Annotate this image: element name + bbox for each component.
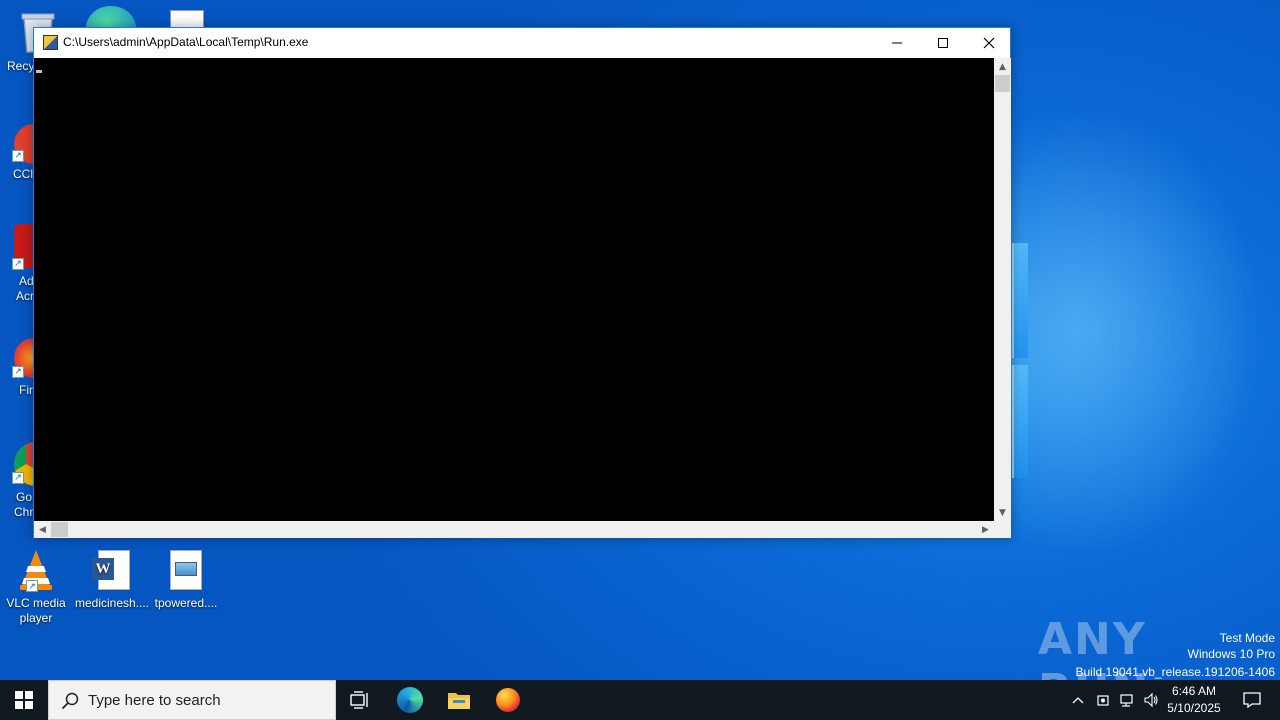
console-app-icon — [43, 35, 58, 50]
tray-network-button[interactable] — [1117, 690, 1137, 710]
taskbar-search-box[interactable]: Type here to search — [48, 680, 336, 720]
search-icon — [61, 692, 79, 710]
image-file-icon — [164, 548, 208, 592]
build-label: Build 19041.vb_release.191206-1406 — [1075, 665, 1276, 679]
windows-start-icon — [15, 691, 33, 709]
minimize-icon — [892, 42, 902, 43]
horizontal-scrollbar[interactable]: ◀ ▶ — [34, 521, 994, 538]
desktop-icon-label: CCl — [13, 167, 33, 181]
close-icon — [983, 37, 995, 48]
action-center-button[interactable] — [1232, 680, 1272, 720]
notification-icon — [1243, 692, 1261, 709]
shortcut-arrow-icon: ↗ — [12, 150, 24, 162]
search-placeholder: Type here to search — [88, 692, 221, 709]
taskbar-file-explorer-button[interactable] — [435, 680, 483, 720]
console-window[interactable]: C:\Users\admin\AppData\Local\Temp\Run.ex… — [33, 27, 1011, 538]
close-button[interactable] — [966, 28, 1012, 57]
task-view-icon — [350, 691, 368, 709]
desktop-icon-label: Go — [16, 490, 33, 504]
tray-volume-button[interactable] — [1141, 690, 1161, 710]
taskbar-clock[interactable]: 6:46 AM 5/10/2025 — [1160, 683, 1228, 717]
desktop-icon-label: Acr — [16, 289, 34, 303]
network-icon — [1120, 694, 1133, 707]
scroll-up-icon[interactable]: ▲ — [994, 58, 1011, 75]
taskbar: Type here to search 6:46 AM 5/10/2025 — [0, 680, 1280, 720]
desktop-icon-label: Recy — [7, 59, 35, 73]
text-cursor — [36, 70, 42, 73]
vertical-scrollbar[interactable]: ▲ ▼ — [994, 58, 1011, 521]
firefox-icon — [496, 688, 520, 712]
desktop-icon-label: medicinesh.... — [74, 596, 150, 610]
desktop-icon-firefox[interactable]: ↗ Fir — [0, 336, 38, 400]
desktop-icon-label: tpowered.... — [154, 596, 218, 610]
file-explorer-icon — [448, 693, 470, 709]
chevron-up-icon — [1072, 697, 1084, 704]
window-titlebar[interactable]: C:\Users\admin\AppData\Local\Temp\Run.ex… — [34, 28, 1010, 58]
scroll-right-icon[interactable]: ▶ — [977, 521, 994, 538]
desktop-icon-label: Ad — [19, 274, 34, 288]
desktop-icon-label: VLC media player — [6, 596, 66, 625]
start-button[interactable] — [0, 680, 48, 720]
shortcut-arrow-icon: ↗ — [12, 472, 24, 484]
vertical-scroll-thumb[interactable] — [995, 75, 1010, 92]
word-document-icon: W — [90, 548, 134, 592]
tray-security-button[interactable] — [1093, 690, 1113, 710]
clock-date: 5/10/2025 — [1167, 701, 1221, 715]
window-title: C:\Users\admin\AppData\Local\Temp\Run.ex… — [63, 35, 309, 49]
edge-icon — [397, 687, 423, 713]
vlc-icon: ↗ — [14, 548, 58, 592]
security-icon — [1097, 695, 1109, 706]
desktop-icon-ccleaner[interactable]: ↗ CCl — [0, 120, 34, 184]
shortcut-arrow-icon: ↗ — [12, 366, 24, 378]
desktop-icon-edge-partial[interactable] — [86, 6, 136, 50]
desktop-icon-medicinesh[interactable]: W medicinesh.... — [74, 548, 150, 611]
test-mode-label: Test Mode — [1219, 631, 1275, 645]
maximize-icon — [938, 37, 948, 48]
clock-time: 6:46 AM — [1171, 684, 1217, 698]
minimize-button[interactable] — [874, 28, 920, 57]
windows-edition-label: Windows 10 Pro — [1187, 647, 1275, 661]
scrollbar-corner — [994, 521, 1011, 538]
maximize-button[interactable] — [920, 28, 966, 57]
console-output[interactable] — [34, 58, 994, 521]
shortcut-arrow-icon: ↗ — [12, 258, 24, 270]
wallpaper-logo-pane — [1012, 243, 1028, 358]
desktop-icon-acrobat[interactable]: ↗ Ad Acr — [0, 224, 34, 304]
shortcut-arrow-icon: ↗ — [26, 580, 38, 592]
scroll-down-icon[interactable]: ▼ — [994, 504, 1011, 521]
taskbar-edge-button[interactable] — [386, 680, 434, 720]
wallpaper-logo-pane — [1012, 365, 1028, 478]
volume-icon — [1144, 692, 1158, 708]
desktop-icon-tpowered[interactable]: tpowered.... — [148, 548, 224, 611]
show-hidden-icons-button[interactable] — [1068, 690, 1088, 710]
desktop-icon-chrome[interactable]: ↗ Go Chr — [0, 440, 38, 520]
horizontal-scroll-thumb[interactable] — [51, 522, 68, 537]
desktop-icon-vlc[interactable]: ↗ VLC media player — [0, 548, 74, 626]
scroll-left-icon[interactable]: ◀ — [34, 521, 51, 538]
desktop-icon-document-partial[interactable] — [170, 10, 204, 28]
desktop-icon-label: Fir — [19, 383, 33, 397]
taskbar-firefox-button[interactable] — [484, 680, 532, 720]
desktop-icon-label: Chr — [14, 505, 34, 519]
task-view-button[interactable] — [336, 680, 384, 720]
